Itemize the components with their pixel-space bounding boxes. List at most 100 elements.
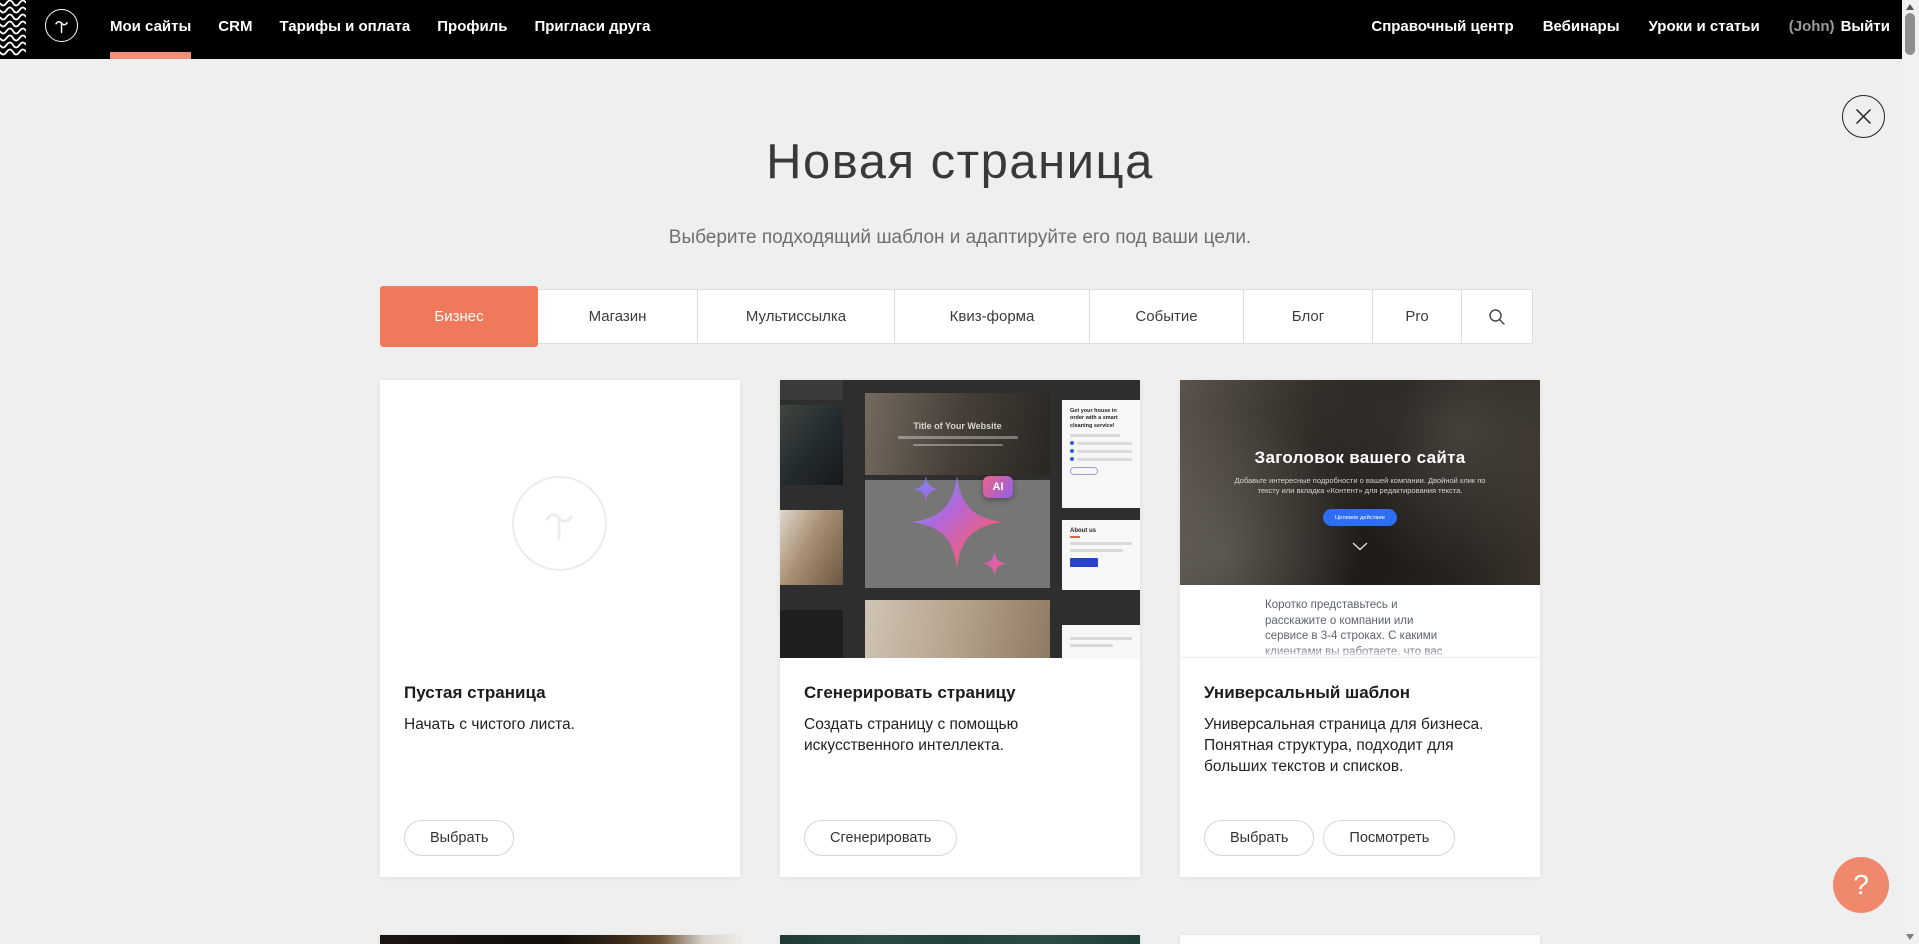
new-page-dialog: Мои сайты CRM Тарифы и оплата Профиль Пр…	[0, 0, 1919, 944]
card-actions: Выбрать	[404, 820, 514, 856]
card-actions: Выбрать Посмотреть	[1204, 820, 1455, 856]
text-bar	[1070, 644, 1113, 647]
top-navbar: Мои сайты CRM Тарифы и оплата Профиль Пр…	[0, 0, 1902, 59]
nav-item-tariffs[interactable]: Тарифы и оплата	[279, 0, 410, 52]
card-description: Начать с чистого листа.	[404, 714, 716, 735]
navbar-right-menu: Справочный центр Вебинары Уроки и статьи…	[1371, 0, 1890, 52]
nav-item-crm[interactable]: CRM	[218, 0, 252, 52]
collage-about-heading: About us	[1070, 528, 1132, 534]
bullet-dot	[1070, 449, 1074, 453]
tab-pro[interactable]: Pro	[1372, 289, 1462, 344]
template-card-partial[interactable]	[380, 935, 740, 944]
preview-hero-title: Заголовок вашего сайта	[1255, 448, 1466, 468]
text-bar	[1077, 458, 1132, 461]
template-card-blank: Пустая страница Начать с чистого листа. …	[380, 380, 740, 877]
tab-quiz-form[interactable]: Квиз-форма	[894, 289, 1090, 344]
caption-bar	[913, 444, 1003, 447]
preview-cta-button: Целевое действие	[1323, 509, 1397, 526]
template-cards-row: Пустая страница Начать с чистого листа. …	[380, 380, 1540, 877]
collage-text-tile: Get your house in order with a smart cle…	[1062, 400, 1140, 508]
collage-tile	[780, 380, 843, 400]
collage-photo-tile	[780, 405, 843, 485]
template-cards-row-2	[380, 935, 1540, 944]
card-title: Сгенерировать страницу	[804, 683, 1116, 703]
tilda-logo[interactable]	[45, 9, 78, 42]
collage-photo-tile	[865, 600, 1050, 658]
page-subtitle: Выберите подходящий шаблон и адаптируйте…	[380, 227, 1540, 249]
tab-event[interactable]: Событие	[1089, 289, 1244, 344]
collage-about-tile: About us	[1062, 520, 1140, 590]
tab-business[interactable]: Бизнес	[380, 286, 538, 347]
card-title: Пустая страница	[404, 683, 716, 703]
collage-hero-title: Title of Your Website	[913, 421, 1001, 431]
user-name: (John)	[1789, 18, 1835, 35]
bullet-dot	[1070, 457, 1074, 461]
collage-panel-heading: Get your house in order with a smart cle…	[1070, 408, 1132, 430]
collage-photo-tile	[780, 510, 843, 585]
template-card-partial[interactable]	[780, 935, 1140, 944]
nav-item-my-sites[interactable]: Мои сайты	[110, 0, 191, 52]
nav-item-lessons[interactable]: Уроки и статьи	[1649, 0, 1760, 52]
page-title: Новая страница	[380, 134, 1540, 190]
tab-multilink[interactable]: Мультиссылка	[697, 289, 895, 344]
close-icon	[1855, 108, 1872, 125]
generate-button[interactable]: Сгенерировать	[804, 820, 957, 856]
preview-body-section: Коротко представьтесь и расскажите о ком…	[1180, 585, 1540, 658]
collage-hero-tile: Title of Your Website	[865, 393, 1050, 475]
text-bar	[1070, 434, 1120, 437]
bullet-dot	[1070, 441, 1074, 445]
template-card-universal: Заголовок вашего сайта Добавьте интересн…	[1180, 380, 1540, 877]
tab-blog[interactable]: Блог	[1243, 289, 1373, 344]
select-universal-button[interactable]: Выбрать	[1204, 820, 1314, 856]
tilda-watermark	[512, 476, 607, 571]
nav-item-profile[interactable]: Профиль	[437, 0, 507, 52]
card-description: Создать страницу с помощью искусственног…	[804, 714, 1116, 756]
text-bar	[1070, 549, 1123, 552]
bullet-row	[1070, 449, 1132, 453]
caption-bar	[898, 436, 1018, 439]
logout-link[interactable]: Выйти	[1841, 18, 1890, 35]
tilda-watermark-icon	[536, 500, 584, 548]
nav-item-help-center[interactable]: Справочный центр	[1371, 0, 1513, 52]
preview-hero-subtitle: Добавьте интересные подробности о вашей …	[1224, 476, 1496, 496]
nav-item-invite-friend[interactable]: Пригласи друга	[534, 0, 650, 52]
bullet-row	[1070, 457, 1132, 461]
tilda-logo-icon	[51, 15, 73, 37]
fade-overlay	[1180, 648, 1540, 658]
text-bar	[1070, 637, 1132, 640]
preview-universal-button[interactable]: Посмотреть	[1323, 820, 1455, 856]
user-session: (John) Выйти	[1789, 0, 1890, 52]
text-bar	[1077, 450, 1132, 453]
scroll-up-arrow-icon[interactable]	[1906, 4, 1914, 10]
ai-badge: AI	[983, 476, 1013, 498]
ai-collage-preview: Title of Your Website Get your house in …	[780, 380, 1140, 658]
universal-template-preview: Заголовок вашего сайта Добавьте интересн…	[1180, 380, 1540, 658]
blank-page-preview	[380, 380, 740, 658]
accent-line	[1070, 536, 1080, 538]
nav-item-webinars[interactable]: Вебинары	[1543, 0, 1620, 52]
template-card-generate: Title of Your Website Get your house in …	[780, 380, 1140, 877]
micro-button	[1070, 558, 1098, 567]
close-button[interactable]	[1842, 95, 1885, 138]
tab-search[interactable]	[1461, 289, 1533, 344]
scroll-down-arrow-icon[interactable]	[1906, 934, 1914, 940]
template-category-tabs: Бизнес Магазин Мультиссылка Квиз-форма С…	[380, 289, 1540, 344]
tab-shop[interactable]: Магазин	[537, 289, 698, 344]
card-actions: Сгенерировать	[804, 820, 957, 856]
ai-sparkle-small-icon	[982, 551, 1007, 576]
scrollbar-thumb[interactable]	[1905, 13, 1915, 55]
navbar-left-menu: Мои сайты CRM Тарифы и оплата Профиль Пр…	[110, 0, 651, 52]
card-title: Универсальный шаблон	[1204, 683, 1516, 703]
preview-hero: Заголовок вашего сайта Добавьте интересн…	[1180, 380, 1540, 585]
search-icon	[1488, 308, 1506, 326]
bullet-row	[1070, 441, 1132, 445]
select-blank-button[interactable]: Выбрать	[404, 820, 514, 856]
help-button[interactable]: ?	[1833, 857, 1889, 913]
question-mark-icon: ?	[1853, 869, 1869, 901]
text-bar	[1077, 442, 1132, 445]
template-card-partial[interactable]	[1180, 935, 1540, 944]
chevron-down-icon	[1352, 542, 1368, 551]
collage-text-tile	[1062, 625, 1140, 658]
micro-button	[1070, 467, 1098, 475]
scrollbar[interactable]	[1902, 0, 1919, 944]
